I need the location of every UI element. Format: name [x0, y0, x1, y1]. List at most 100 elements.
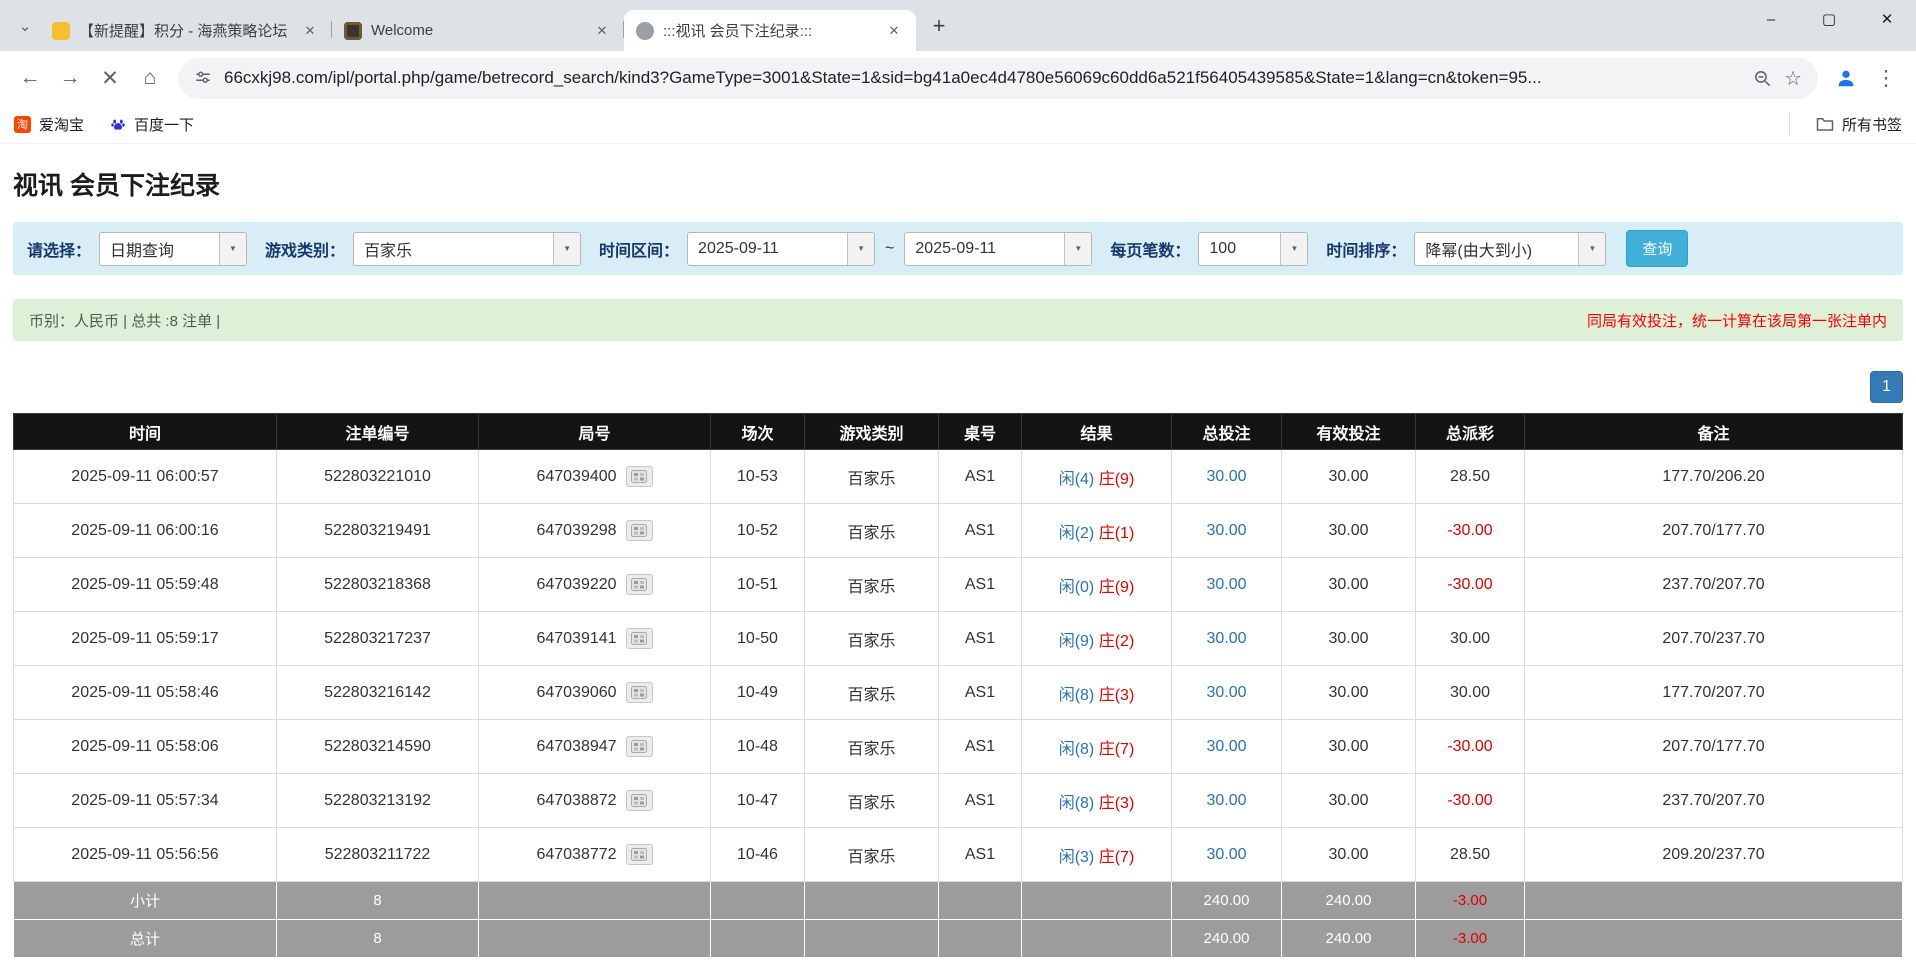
home-icon[interactable]: ⌂: [130, 58, 170, 98]
total-bet-link[interactable]: 30.00: [1206, 630, 1246, 647]
round-replay-icon[interactable]: [626, 790, 653, 811]
total-bet-link[interactable]: 30.00: [1206, 792, 1246, 809]
date-to-select[interactable]: 2025-09-11 ▼: [904, 232, 1092, 266]
subtotal-payout: -3.00: [1416, 882, 1525, 920]
query-type-select[interactable]: 日期查询 ▼: [99, 232, 247, 266]
page-number-button[interactable]: 1: [1870, 371, 1903, 403]
chevron-down-icon[interactable]: ▼: [1578, 233, 1605, 265]
close-icon[interactable]: ✕: [1858, 0, 1916, 38]
round-replay-icon[interactable]: [626, 628, 653, 649]
cell-game-type: 百家乐: [805, 558, 939, 612]
round-replay-icon[interactable]: [626, 844, 653, 865]
cell-valid-bet: 30.00: [1282, 774, 1416, 828]
cell-session: 10-48: [711, 720, 805, 774]
result-player: 闲(9): [1059, 633, 1095, 650]
round-replay-icon[interactable]: [626, 466, 653, 487]
forward-icon[interactable]: →: [50, 58, 90, 98]
round-number: 647039060: [536, 684, 616, 702]
filter-panel: 请选择： 日期查询 ▼ 游戏类别： 百家乐 ▼ 时间区间： 2025-09-11…: [13, 222, 1903, 275]
cell-session: 10-47: [711, 774, 805, 828]
cell-payout: -30.00: [1416, 558, 1525, 612]
tab-search-icon[interactable]: ⌄: [10, 11, 40, 41]
time-sort-value: 降幂(由大到小): [1415, 233, 1578, 265]
empty-cell: [805, 882, 939, 920]
bet-record-page: 视讯 会员下注纪录 请选择： 日期查询 ▼ 游戏类别： 百家乐 ▼ 时间区间： …: [0, 144, 1916, 958]
bet-table-summary: 小计 8 240.00 240.00 -3.00 总计 8 2: [14, 882, 1903, 958]
folder-icon: [1816, 116, 1834, 132]
chevron-down-icon[interactable]: ▼: [1064, 233, 1091, 265]
cell-result: 闲(8) 庄(3): [1022, 774, 1172, 828]
bet-record-favicon-icon: [636, 22, 654, 40]
bookmark-star-icon[interactable]: ☆: [1784, 66, 1802, 91]
cell-table-number: AS1: [939, 612, 1022, 666]
back-icon[interactable]: ←: [10, 58, 50, 98]
total-bet-link[interactable]: 30.00: [1206, 576, 1246, 593]
result-banker: 庄(3): [1099, 795, 1135, 812]
time-sort-select[interactable]: 降幂(由大到小) ▼: [1414, 232, 1606, 266]
result-banker: 庄(9): [1099, 471, 1135, 488]
maximize-icon[interactable]: ▢: [1800, 0, 1858, 38]
query-type-value: 日期查询: [100, 233, 219, 265]
total-bet-link[interactable]: 30.00: [1206, 684, 1246, 701]
new-tab-icon[interactable]: +: [924, 11, 954, 41]
zoom-icon[interactable]: [1753, 69, 1772, 88]
stop-icon[interactable]: ✕: [90, 58, 130, 98]
date-to-value: 2025-09-11: [905, 233, 1064, 265]
bookmarks-bar: 淘 爱淘宝 百度一下 所有书签: [0, 105, 1916, 144]
bookmark-aitaobao[interactable]: 淘 爱淘宝: [14, 114, 84, 135]
cell-bet-id: 522803216142: [277, 666, 479, 720]
round-number: 647038872: [536, 792, 616, 810]
round-replay-icon[interactable]: [626, 682, 653, 703]
page-size-select[interactable]: 100 ▼: [1198, 232, 1308, 266]
page-title: 视讯 会员下注纪录: [13, 166, 1903, 202]
tab-close-icon[interactable]: ✕: [592, 21, 612, 41]
subtotal-total-bet: 240.00: [1172, 882, 1282, 920]
search-button[interactable]: 查询: [1626, 230, 1688, 267]
cell-game-type: 百家乐: [805, 666, 939, 720]
round-replay-icon[interactable]: [626, 736, 653, 757]
round-replay-icon[interactable]: [626, 574, 653, 595]
address-bar[interactable]: 66cxkj98.com/ipl/portal.php/game/betreco…: [178, 58, 1818, 99]
bookmark-baidu[interactable]: 百度一下: [110, 114, 194, 135]
total-bet-link[interactable]: 30.00: [1206, 846, 1246, 863]
game-type-select[interactable]: 百家乐 ▼: [353, 232, 581, 266]
cell-payout: 28.50: [1416, 450, 1525, 504]
chevron-down-icon[interactable]: ▼: [553, 233, 580, 265]
cell-game-type: 百家乐: [805, 774, 939, 828]
table-row: 2025-09-11 05:59:17 522803217237 6470391…: [14, 612, 1903, 666]
round-number: 647039400: [536, 468, 616, 486]
profile-avatar-icon[interactable]: [1826, 58, 1866, 98]
tab-welcome[interactable]: Welcome ✕: [332, 10, 624, 51]
cell-result: 闲(8) 庄(7): [1022, 720, 1172, 774]
round-replay-icon[interactable]: [626, 520, 653, 541]
tab-forum[interactable]: 【新提醒】积分 - 海燕策略论坛 ✕: [40, 10, 332, 51]
cell-bet-id: 522803213192: [277, 774, 479, 828]
time-sort-label: 时间排序：: [1326, 237, 1406, 261]
result-player: 闲(2): [1059, 525, 1095, 542]
date-from-select[interactable]: 2025-09-11 ▼: [687, 232, 875, 266]
query-type-label: 请选择：: [27, 237, 91, 261]
total-bet-link[interactable]: 30.00: [1206, 468, 1246, 485]
chevron-down-icon[interactable]: ▼: [847, 233, 874, 265]
tab-close-icon[interactable]: ✕: [884, 21, 904, 41]
empty-cell: [1525, 882, 1903, 920]
minimize-icon[interactable]: –: [1742, 0, 1800, 38]
cell-total-bet: 30.00: [1172, 666, 1282, 720]
cell-session: 10-52: [711, 504, 805, 558]
cell-game-type: 百家乐: [805, 504, 939, 558]
total-bet-link[interactable]: 30.00: [1206, 522, 1246, 539]
tab-close-icon[interactable]: ✕: [300, 21, 320, 41]
browser-menu-icon[interactable]: ⋮: [1866, 58, 1906, 98]
empty-cell: [939, 920, 1022, 958]
subtotal-row: 小计 8 240.00 240.00 -3.00: [14, 882, 1903, 920]
url-input[interactable]: 66cxkj98.com/ipl/portal.php/game/betreco…: [224, 68, 1741, 88]
tab-bet-record[interactable]: :::视讯 会员下注纪录::: ✕: [624, 10, 916, 51]
cell-total-bet: 30.00: [1172, 720, 1282, 774]
cell-time: 2025-09-11 06:00:57: [14, 450, 277, 504]
chevron-down-icon[interactable]: ▼: [1280, 233, 1307, 265]
chevron-down-icon[interactable]: ▼: [219, 233, 246, 265]
cell-result: 闲(4) 庄(9): [1022, 450, 1172, 504]
total-bet-link[interactable]: 30.00: [1206, 738, 1246, 755]
all-bookmarks-button[interactable]: 所有书签: [1816, 114, 1902, 135]
site-settings-icon[interactable]: [194, 69, 212, 87]
